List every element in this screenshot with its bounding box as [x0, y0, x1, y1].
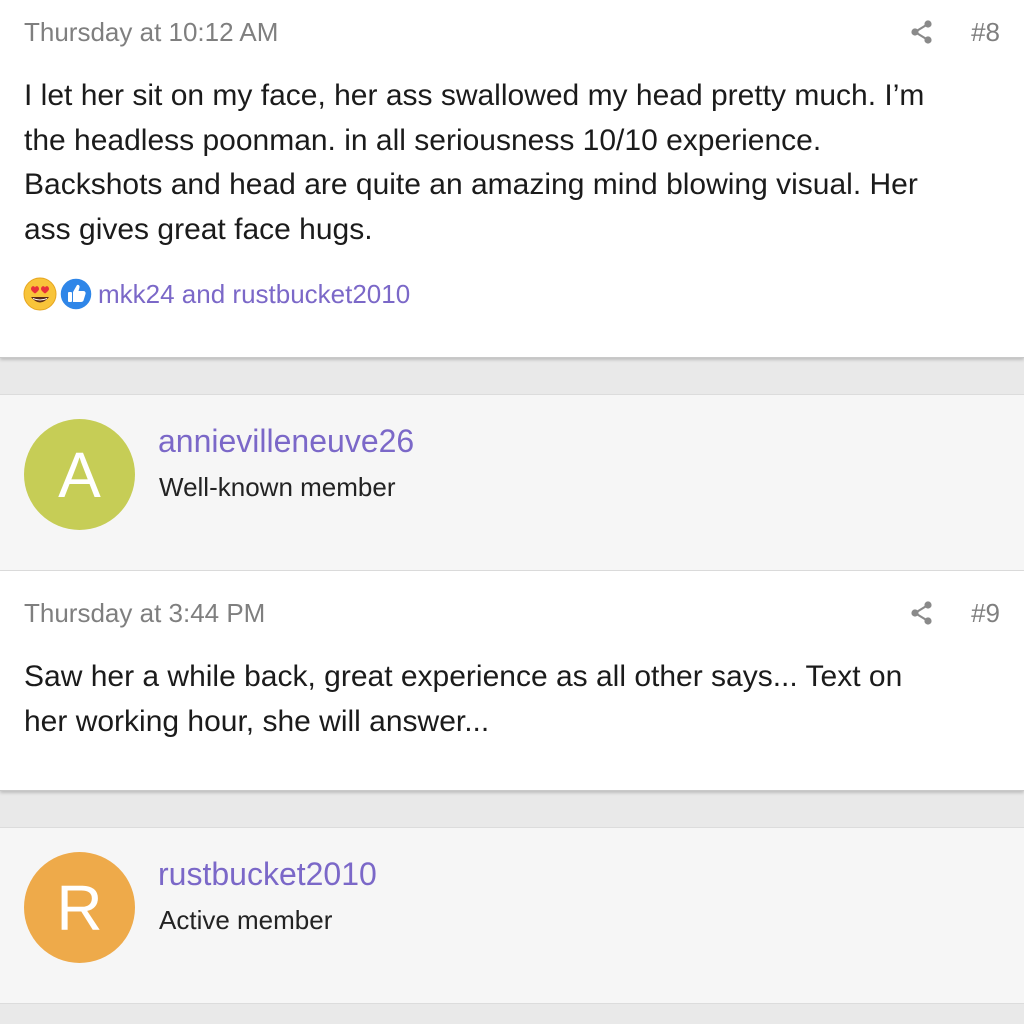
- heart-eyes-emoji-icon: [23, 277, 57, 311]
- member-username[interactable]: annievilleneuve26: [158, 423, 414, 460]
- member-title: Active member: [159, 905, 333, 935]
- member-header: A annievilleneuve26 Well-known member: [0, 394, 1024, 571]
- post-body: Saw her a while back, great experience a…: [24, 655, 1000, 744]
- post-body: I let her sit on my face, her ass swallo…: [24, 74, 1000, 252]
- post-body-line: I let her sit on my face, her ass swallo…: [24, 79, 925, 112]
- post-body-line: the headless poonman. in all seriousness…: [24, 123, 822, 157]
- post-meta-actions: #9: [909, 598, 1000, 629]
- post-8: Thursday at 10:12 AM #8 I let her sit on…: [0, 0, 1024, 358]
- share-icon[interactable]: [909, 19, 935, 45]
- post-body-line: ass gives great face hugs.: [24, 212, 373, 246]
- post-meta: Thursday at 3:44 PM #9: [24, 597, 1000, 629]
- post-date[interactable]: Thursday at 10:12 AM: [24, 17, 278, 48]
- reactions-bar[interactable]: mkk24 and rustbucket2010: [22, 276, 410, 312]
- member-username[interactable]: rustbucket2010: [158, 856, 377, 893]
- post-number[interactable]: #8: [971, 17, 1000, 48]
- avatar-initial: A: [58, 438, 101, 511]
- share-icon[interactable]: [909, 600, 935, 626]
- post-body-line: Backshots and head are quite an amazing …: [24, 168, 918, 201]
- post-date[interactable]: Thursday at 3:44 PM: [24, 598, 265, 629]
- member-title: Well-known member: [159, 472, 396, 502]
- avatar[interactable]: R: [24, 852, 135, 963]
- post-meta: Thursday at 10:12 AM #8: [24, 16, 1000, 48]
- reaction-icons: [22, 276, 94, 312]
- avatar-initial: R: [56, 871, 103, 944]
- post-body-line: her working hour, she will answer...: [24, 704, 490, 738]
- avatar[interactable]: A: [24, 419, 135, 530]
- post-number[interactable]: #9: [971, 598, 1000, 629]
- post-body-line: Saw her a while back, great experience a…: [24, 660, 903, 693]
- thumbs-up-icon: [59, 277, 93, 311]
- reaction-users[interactable]: mkk24 and rustbucket2010: [98, 279, 410, 310]
- post-9: Thursday at 3:44 PM #9 Saw her a while b…: [0, 571, 1024, 791]
- member-header: R rustbucket2010 Active member: [0, 827, 1024, 1004]
- post-meta-actions: #8: [909, 17, 1000, 48]
